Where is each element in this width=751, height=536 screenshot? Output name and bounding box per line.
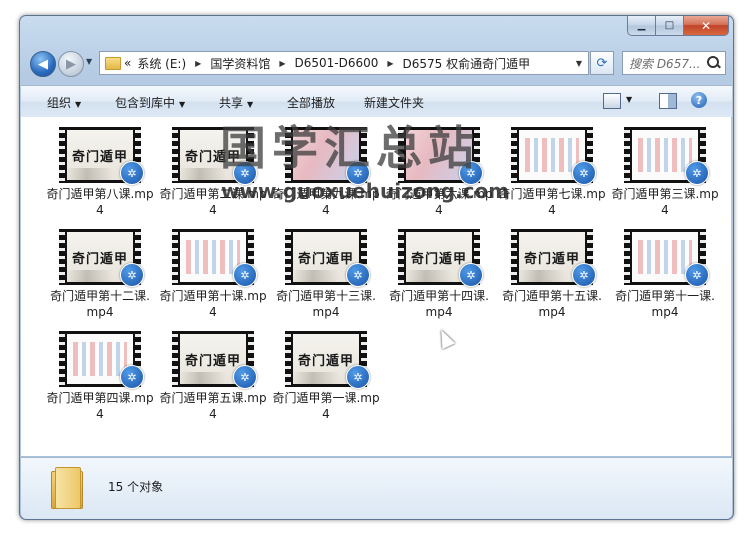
command-bar: 组织 ▼ 包含到库中 ▼ 共享 ▼ 全部播放 新建文件夹 ▼ ? [21,85,732,118]
file-item[interactable]: 奇门遁甲 ✲ 奇门遁甲第十二课.mp4 [45,219,155,319]
file-item[interactable]: 奇门遁甲 ✲ 奇门遁甲第八课.mp4 [45,117,155,217]
thumbnail-title-text: 奇门遁甲 [71,251,128,267]
thumbnail-title-text: 奇门遁甲 [523,251,580,267]
file-name: 奇门遁甲第十课.mp4 [159,289,267,319]
address-bar[interactable]: « 系统 (E:) ▶ 国学资料馆 ▶ D6501-D6600 ▶ D6575 … [99,51,589,75]
new-folder-button[interactable]: 新建文件夹 [364,94,424,111]
file-item[interactable]: ✲ 奇门遁甲第十课.mp4 [158,219,268,319]
help-icon[interactable]: ? [691,92,707,108]
view-options-chevron-down-icon[interactable]: ▼ [626,95,632,104]
media-player-icon: ✲ [233,263,257,287]
file-name: 奇门遁甲第十一课.mp4 [615,289,715,319]
address-dropdown-icon[interactable]: ▼ [570,59,588,68]
search-icon[interactable] [707,56,721,70]
file-item[interactable]: ✲ 奇门遁甲第十一课.mp4 [610,219,720,319]
preview-pane-icon[interactable] [659,93,677,109]
file-name: 奇门遁甲第三课.mp4 [611,187,719,217]
file-name: 奇门遁甲第八课.mp4 [46,187,154,217]
breadcrumb-overflow[interactable]: « [121,56,134,70]
file-name: 奇门遁甲第一课.mp4 [272,391,380,421]
organize-label: 组织 [47,96,72,110]
thumbnail-title-text: 奇门遁甲 [410,251,467,267]
chevron-down-icon: ▼ [75,100,82,109]
share-label: 共享 [219,96,244,110]
media-player-icon: ✲ [120,161,144,185]
breadcrumb-folder[interactable]: D6501-D6600 [291,56,381,70]
media-player-icon: ✲ [459,161,483,185]
chevron-down-icon: ▼ [179,100,186,109]
media-player-icon: ✲ [459,263,483,287]
folder-icon [51,467,83,509]
thumbnail-title-text: 奇门遁甲 [297,251,354,267]
minimize-button[interactable]: ▁ [627,16,656,36]
media-player-icon: ✲ [346,161,370,185]
close-button[interactable]: ✕ [683,16,729,36]
breadcrumb-folder[interactable]: 国学资料馆 [207,55,273,72]
thumbnail-title-text: 奇门遁甲 [71,149,128,165]
file-item[interactable]: ✲ 奇门遁甲第九课.mp4 [271,117,381,217]
file-name: 奇门遁甲第二课.mp4 [159,187,267,217]
file-item[interactable]: 奇门遁甲 ✲ 奇门遁甲第十五课.mp4 [497,219,607,319]
forward-button[interactable]: ▶ [58,51,84,77]
file-item[interactable]: 奇门遁甲 ✲ 奇门遁甲第十四课.mp4 [384,219,494,319]
media-player-icon: ✲ [120,263,144,287]
file-name: 奇门遁甲第十四课.mp4 [389,289,489,319]
caption-buttons: ▁ □ ✕ [627,16,729,36]
details-pane: 15 个对象 [21,457,732,519]
media-player-icon: ✲ [233,365,257,389]
file-item[interactable]: ✲ 奇门遁甲第七课.mp4 [497,117,607,217]
play-all-button[interactable]: 全部播放 [287,94,335,111]
chevron-down-icon: ▼ [247,100,254,109]
thumbnail-title-text: 奇门遁甲 [184,353,241,369]
file-item[interactable]: 奇门遁甲 ✲ 奇门遁甲第十三课.mp4 [271,219,381,319]
maximize-button[interactable]: □ [655,16,684,36]
navigation-bar: ◀ ▶ ▼ « 系统 (E:) ▶ 国学资料馆 ▶ D6501-D6600 ▶ … [28,49,726,77]
include-in-library-label: 包含到库中 [115,96,176,110]
file-name: 奇门遁甲第十二课.mp4 [50,289,150,319]
breadcrumb-separator-icon[interactable]: ▶ [189,59,207,68]
back-button[interactable]: ◀ [30,51,56,77]
media-player-icon: ✲ [572,161,596,185]
file-item[interactable]: 奇门遁甲 ✲ 奇门遁甲第一课.mp4 [271,321,381,421]
media-player-icon: ✲ [685,161,709,185]
file-item[interactable]: ✲ 奇门遁甲第六课.mp4 [384,117,494,217]
file-name: 奇门遁甲第五课.mp4 [159,391,267,421]
file-name: 奇门遁甲第十三课.mp4 [276,289,376,319]
refresh-button[interactable]: ⟳ [590,51,614,75]
search-placeholder: 搜索 D657... [629,56,701,71]
file-name: 奇门遁甲第四课.mp4 [46,391,154,421]
breadcrumb-drive[interactable]: 系统 (E:) [134,55,189,72]
recent-pages-chevron-down-icon[interactable]: ▼ [86,57,92,66]
media-player-icon: ✲ [685,263,709,287]
include-in-library-menu[interactable]: 包含到库中 ▼ [115,94,185,111]
search-input[interactable]: 搜索 D657... [622,51,726,75]
thumbnail-title-text: 奇门遁甲 [297,353,354,369]
media-player-icon: ✲ [346,365,370,389]
breadcrumb-current-folder[interactable]: D6575 权俞通奇门遁甲 [400,55,534,72]
media-player-icon: ✲ [572,263,596,287]
media-player-icon: ✲ [346,263,370,287]
folder-icon [105,56,121,70]
share-menu[interactable]: 共享 ▼ [219,94,253,111]
organize-menu[interactable]: 组织 ▼ [47,94,81,111]
breadcrumb-separator-icon[interactable]: ▶ [273,59,291,68]
file-name: 奇门遁甲第六课.mp4 [385,187,493,217]
file-name: 奇门遁甲第七课.mp4 [498,187,606,217]
file-name: 奇门遁甲第十五课.mp4 [502,289,602,319]
file-item[interactable]: 奇门遁甲 ✲ 奇门遁甲第五课.mp4 [158,321,268,421]
file-item[interactable]: 奇门遁甲 ✲ 奇门遁甲第二课.mp4 [158,117,268,217]
thumbnail-title-text: 奇门遁甲 [184,149,241,165]
media-player-icon: ✲ [233,161,257,185]
folder-front-shape [55,467,81,509]
explorer-window: ▁ □ ✕ ◀ ▶ ▼ « 系统 (E:) ▶ 国学资料馆 ▶ D6501-D6… [19,15,734,520]
breadcrumb-separator-icon[interactable]: ▶ [381,59,399,68]
change-view-icon[interactable] [603,93,621,109]
file-item[interactable]: ✲ 奇门遁甲第三课.mp4 [610,117,720,217]
file-list[interactable]: 奇门遁甲 ✲ 奇门遁甲第八课.mp4 奇门遁甲 ✲ 奇门遁甲第二课.mp4 ✲ 奇门遁甲第九课… [21,117,731,456]
media-player-icon: ✲ [120,365,144,389]
file-item[interactable]: ✲ 奇门遁甲第四课.mp4 [45,321,155,421]
item-count: 15 个对象 [108,480,164,494]
file-name: 奇门遁甲第九课.mp4 [272,187,380,217]
